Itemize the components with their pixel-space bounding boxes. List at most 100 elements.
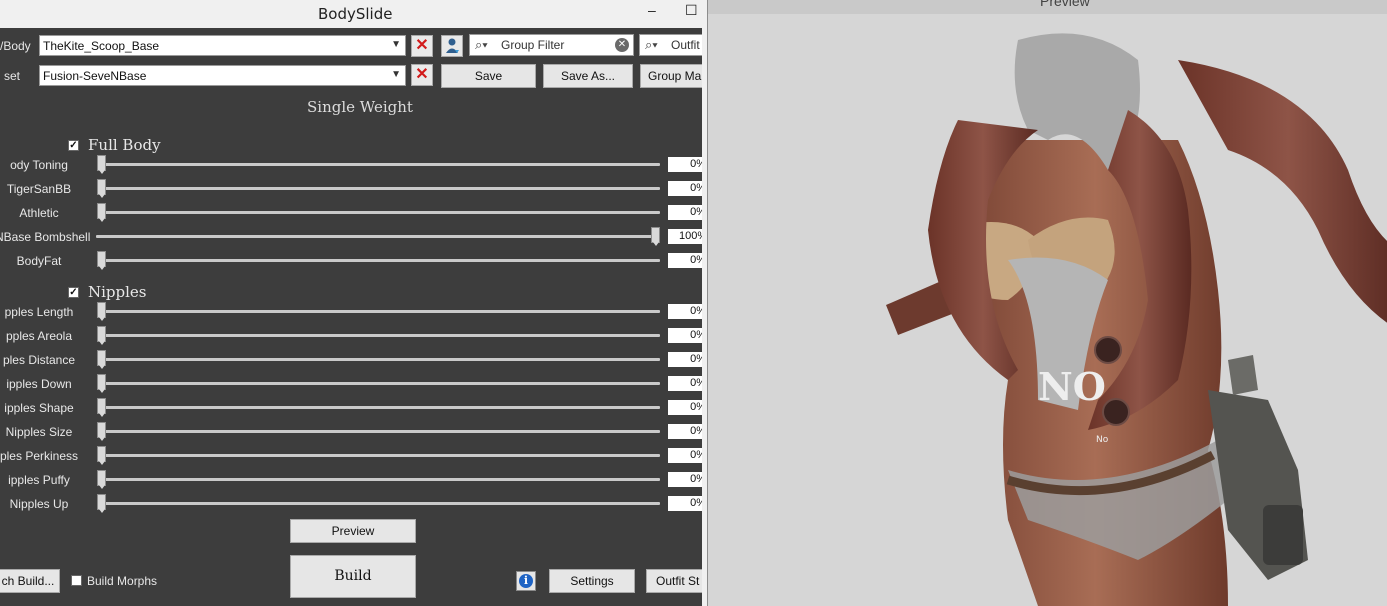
- preview-button[interactable]: Preview: [290, 519, 416, 543]
- slider-value-field[interactable]: 0%: [668, 304, 702, 319]
- slider-thumb[interactable]: [97, 494, 106, 513]
- slider-track[interactable]: [101, 211, 660, 214]
- info-button[interactable]: i: [516, 571, 536, 591]
- slider-value-field[interactable]: 0%: [668, 472, 702, 487]
- chevron-down-icon: ▼: [391, 69, 401, 80]
- slider-label: ples Perkiness: [0, 449, 79, 463]
- slider-track[interactable]: [101, 478, 660, 481]
- slider-thumb[interactable]: [97, 203, 106, 222]
- slider-track[interactable]: [101, 310, 660, 313]
- slider-value-field[interactable]: 0%: [668, 496, 702, 511]
- slider-label: TigerSanBB: [6, 182, 72, 196]
- bodyslide-window: BodySlide – ☐ /Body TheKite_Scoop_Base ▼…: [0, 0, 702, 606]
- outfit-studio-button[interactable]: Outfit St: [646, 569, 702, 593]
- save-button[interactable]: Save: [441, 64, 536, 88]
- search-icon: ⌕▾: [475, 37, 488, 52]
- window-title: BodySlide: [318, 5, 393, 23]
- slider-value-field[interactable]: 0%: [668, 205, 702, 220]
- slider-label: ples Distance: [2, 353, 76, 367]
- slider-value-field[interactable]: 0%: [668, 376, 702, 391]
- outfit-filter-placeholder: Outfit: [671, 38, 700, 52]
- maximize-button[interactable]: ☐: [685, 2, 698, 19]
- info-icon: i: [519, 574, 533, 588]
- slider-thumb[interactable]: [97, 155, 106, 174]
- person-file-icon: [446, 38, 459, 53]
- slider-track[interactable]: [101, 334, 660, 337]
- slider-track[interactable]: [101, 163, 660, 166]
- batch-build-button[interactable]: ch Build...: [0, 569, 60, 593]
- save-as-button[interactable]: Save As...: [543, 64, 633, 88]
- slider-thumb[interactable]: [97, 470, 106, 489]
- slider-label: NBase Bombshell: [0, 230, 91, 244]
- slider-value-field[interactable]: 0%: [668, 424, 702, 439]
- slider-label: Athletic: [19, 206, 59, 220]
- character-model-render: NO No: [886, 33, 1387, 606]
- slider-label: ody Toning: [10, 158, 68, 172]
- outfit-filter-input[interactable]: ⌕▾ Outfit: [639, 34, 702, 56]
- group-filter-input[interactable]: ⌕▾ Group Filter ✕: [469, 34, 634, 56]
- slider-value-field[interactable]: 0%: [668, 181, 702, 196]
- slider-label: ipples Shape: [4, 401, 74, 415]
- slider-track[interactable]: [101, 358, 660, 361]
- group-checkbox[interactable]: ✓: [68, 140, 79, 151]
- slider-thumb[interactable]: [97, 374, 106, 393]
- single-weight-heading: Single Weight: [307, 98, 413, 116]
- slider-label: BodyFat: [16, 254, 62, 268]
- slider-thumb[interactable]: [97, 398, 106, 417]
- slider-value-field[interactable]: 100%: [668, 229, 702, 244]
- chevron-down-icon: ▼: [391, 39, 401, 50]
- slider-value-field[interactable]: 0%: [668, 328, 702, 343]
- delete-outfit-button[interactable]: ✕: [411, 35, 433, 57]
- build-button[interactable]: Build: [290, 555, 416, 598]
- group-manager-button[interactable]: Group Ma: [640, 64, 702, 88]
- preset-select[interactable]: Fusion-SeveNBase ▼: [39, 65, 406, 86]
- slider-label: Nipples Size: [5, 425, 73, 439]
- slider-label: pples Areola: [5, 329, 73, 343]
- slider-track[interactable]: [101, 259, 660, 262]
- preview-window: Preview NO No: [707, 0, 1387, 606]
- slider-thumb[interactable]: [97, 446, 106, 465]
- group-label: Full Body: [88, 136, 161, 154]
- slider-thumb[interactable]: [97, 302, 106, 321]
- preset-value: Fusion-SeveNBase: [43, 69, 147, 83]
- slider-label: ipples Puffy: [8, 473, 70, 487]
- outfit-select[interactable]: TheKite_Scoop_Base ▼: [39, 35, 406, 56]
- outfit-value: TheKite_Scoop_Base: [43, 39, 160, 53]
- slider-thumb[interactable]: [97, 422, 106, 441]
- slider-track[interactable]: [101, 406, 660, 409]
- slider-track[interactable]: [101, 382, 660, 385]
- tag-decal-no: No: [1096, 435, 1109, 445]
- group-label: Nipples: [88, 283, 147, 301]
- preset-label: set: [4, 69, 21, 83]
- slider-track[interactable]: [101, 430, 660, 433]
- settings-button[interactable]: Settings: [549, 569, 635, 593]
- group-checkbox[interactable]: ✓: [68, 287, 79, 298]
- slider-value-field[interactable]: 0%: [668, 253, 702, 268]
- build-morphs-checkbox[interactable]: [71, 575, 82, 586]
- red-x-icon: ✕: [415, 66, 429, 83]
- slider-track[interactable]: [101, 187, 660, 190]
- slider-label: pples Length: [4, 305, 74, 319]
- slider-thumb[interactable]: [97, 326, 106, 345]
- slider-value-field[interactable]: 0%: [668, 157, 702, 172]
- shirt-decal-no: NO: [1038, 364, 1106, 409]
- slider-track[interactable]: [101, 502, 660, 505]
- red-x-icon: ✕: [415, 37, 429, 54]
- slider-track[interactable]: [101, 454, 660, 457]
- title-bar: BodySlide – ☐: [0, 0, 702, 28]
- slider-value-field[interactable]: 0%: [668, 400, 702, 415]
- slider-thumb[interactable]: [97, 179, 106, 198]
- search-icon: ⌕▾: [645, 37, 658, 52]
- delete-preset-button[interactable]: ✕: [411, 64, 433, 86]
- slider-track[interactable]: [96, 235, 660, 238]
- slider-thumb[interactable]: [97, 350, 106, 369]
- slider-thumb[interactable]: [651, 227, 660, 246]
- choose-files-button[interactable]: [441, 35, 463, 57]
- slider-value-field[interactable]: 0%: [668, 352, 702, 367]
- outfit-label: /Body: [0, 39, 31, 53]
- clear-icon[interactable]: ✕: [615, 38, 629, 52]
- slider-value-field[interactable]: 0%: [668, 448, 702, 463]
- slider-label: Nipples Up: [9, 497, 69, 511]
- slider-thumb[interactable]: [97, 251, 106, 270]
- minimize-button[interactable]: –: [648, 2, 656, 18]
